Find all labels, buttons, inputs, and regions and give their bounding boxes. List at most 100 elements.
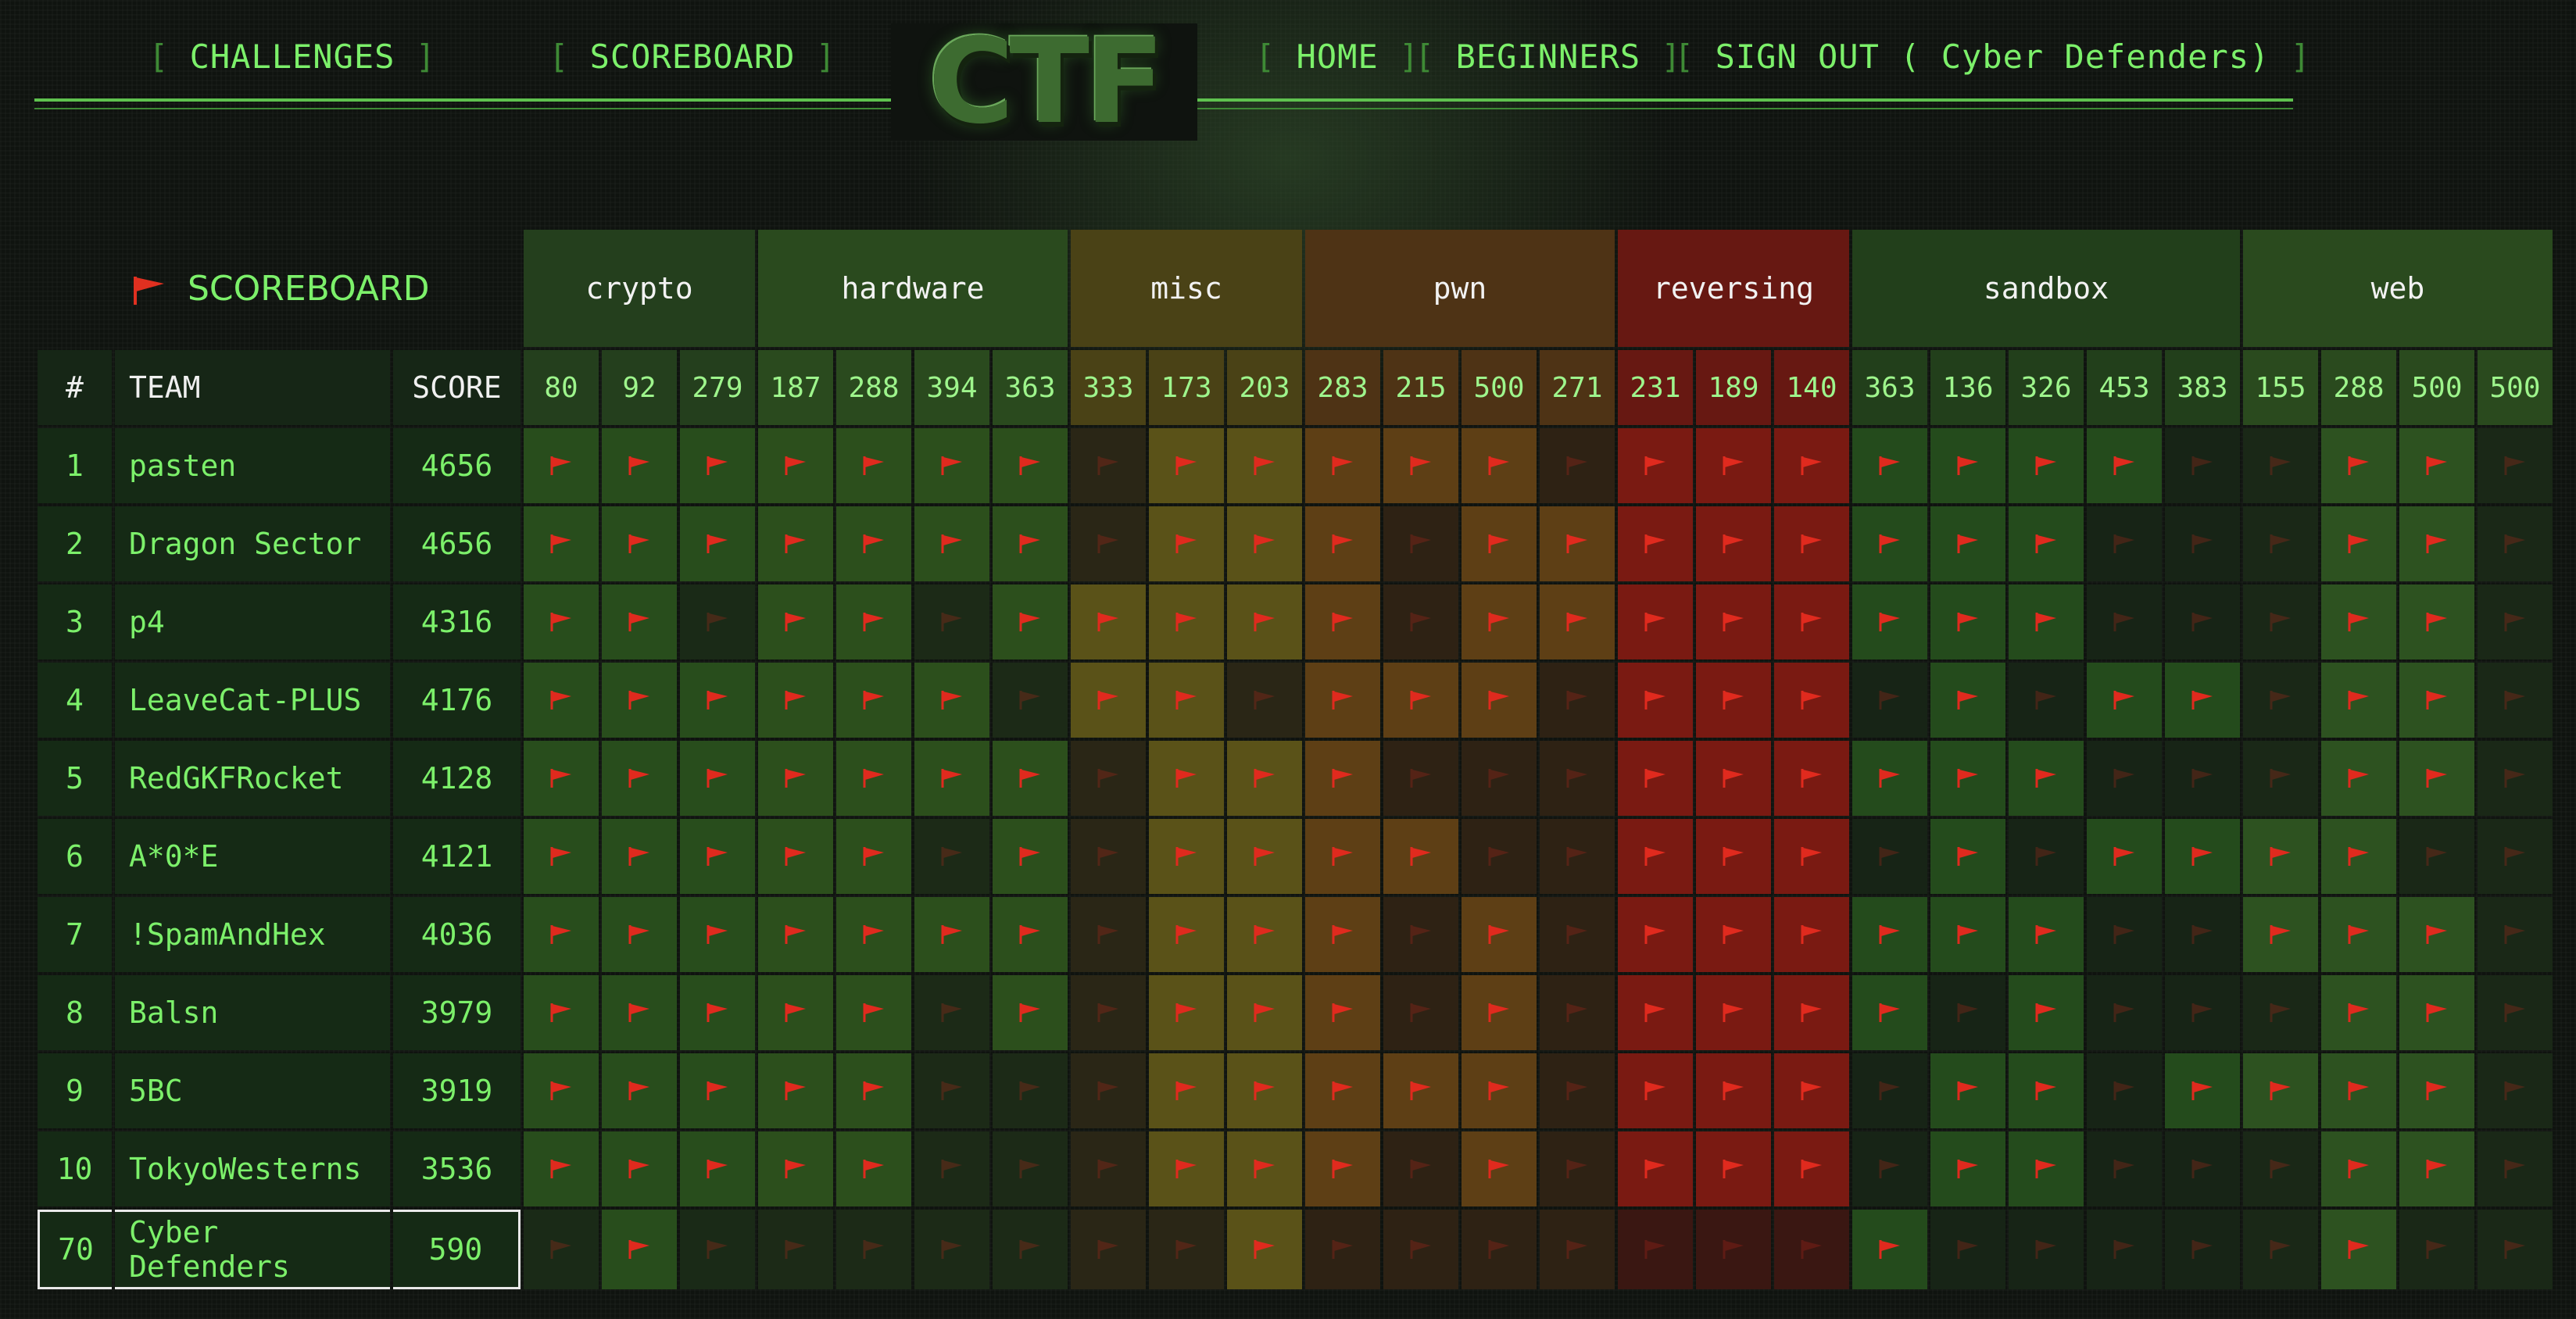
challenge-points[interactable]: 231 — [1618, 350, 1693, 425]
solved-cell — [524, 663, 599, 738]
team-name[interactable]: Cyber Defenders — [115, 1210, 390, 1289]
solved-cell — [1462, 428, 1537, 503]
challenge-points[interactable]: 279 — [680, 350, 755, 425]
flag-icon — [1410, 691, 1431, 710]
flag-icon — [1332, 456, 1353, 475]
solved-cell — [2009, 897, 2084, 972]
team-name[interactable]: RedGKFRocket — [115, 741, 390, 816]
solved-cell — [680, 975, 755, 1050]
category-misc: misc — [1071, 230, 1302, 347]
flag-icon — [2504, 1160, 2525, 1178]
team-rank: 9 — [38, 1053, 112, 1128]
team-name[interactable]: TokyoWesterns — [115, 1131, 390, 1206]
unsolved-cell — [2087, 897, 2162, 972]
challenge-points[interactable]: 383 — [2165, 350, 2240, 425]
solved-cell — [2009, 506, 2084, 581]
flag-icon — [2035, 769, 2056, 788]
flag-icon — [1957, 1160, 1978, 1178]
challenge-points[interactable]: 363 — [1852, 350, 1927, 425]
challenge-points[interactable]: 453 — [2087, 350, 2162, 425]
solved-cell — [602, 897, 677, 972]
solved-cell — [993, 975, 1068, 1050]
flag-icon — [550, 1081, 571, 1100]
team-header: TEAM — [115, 350, 390, 425]
flag-icon — [1801, 1081, 1822, 1100]
unsolved-cell — [1852, 663, 1927, 738]
team-rank: 7 — [38, 897, 112, 972]
challenge-points[interactable]: 500 — [2399, 350, 2474, 425]
solved-cell — [2243, 1053, 2318, 1128]
solved-cell — [1852, 975, 1927, 1050]
team-name[interactable]: p4 — [115, 584, 390, 660]
solved-cell — [602, 663, 677, 738]
solved-cell — [2009, 428, 2084, 503]
team-name[interactable]: A*0*E — [115, 819, 390, 894]
nav-signout-link[interactable]: [ SIGN OUT ( Cyber Defenders) ] — [1674, 38, 2311, 76]
flag-icon — [628, 691, 649, 710]
unsolved-cell — [1071, 741, 1146, 816]
team-score: 4036 — [393, 897, 521, 972]
team-name[interactable]: pasten — [115, 428, 390, 503]
challenge-points[interactable]: 189 — [1696, 350, 1771, 425]
team-name[interactable]: Balsn — [115, 975, 390, 1050]
flag-icon — [1254, 1160, 1275, 1178]
solved-cell — [758, 897, 833, 972]
solved-cell — [2165, 819, 2240, 894]
challenge-points[interactable]: 187 — [758, 350, 833, 425]
flag-icon — [2035, 1081, 2056, 1100]
unsolved-cell — [1540, 1131, 1615, 1206]
solved-cell — [524, 584, 599, 660]
solved-cell — [1618, 897, 1693, 972]
team-name[interactable]: 5BC — [115, 1053, 390, 1128]
challenge-points[interactable]: 283 — [1305, 350, 1380, 425]
challenge-points[interactable]: 288 — [2321, 350, 2396, 425]
unsolved-cell — [2165, 1210, 2240, 1289]
solved-cell — [2009, 975, 2084, 1050]
nav-challenges-link[interactable]: [ CHALLENGES ] — [148, 38, 436, 76]
flag-icon — [2504, 1003, 2525, 1022]
flag-icon — [1879, 691, 1900, 710]
team-name[interactable]: !SpamAndHex — [115, 897, 390, 972]
challenge-points[interactable]: 92 — [602, 350, 677, 425]
unsolved-cell — [1696, 1210, 1771, 1289]
solved-cell — [836, 506, 911, 581]
flag-icon — [785, 1160, 806, 1178]
solved-cell — [1618, 663, 1693, 738]
challenge-points[interactable]: 136 — [1930, 350, 2005, 425]
challenge-points[interactable]: 326 — [2009, 350, 2084, 425]
nav-scoreboard-link[interactable]: [ SCOREBOARD ] — [549, 38, 836, 76]
nav-home-link[interactable]: [ HOME ] — [1255, 38, 1419, 76]
solved-cell — [2321, 975, 2396, 1050]
challenge-points[interactable]: 271 — [1540, 350, 1615, 425]
flag-icon — [1410, 1003, 1431, 1022]
challenge-points[interactable]: 288 — [836, 350, 911, 425]
challenge-points[interactable]: 203 — [1227, 350, 1302, 425]
challenge-points[interactable]: 394 — [914, 350, 989, 425]
challenge-points[interactable]: 333 — [1071, 350, 1146, 425]
challenge-points[interactable]: 173 — [1149, 350, 1224, 425]
solved-cell — [836, 975, 911, 1050]
challenge-points[interactable]: 215 — [1383, 350, 1458, 425]
flag-icon — [2426, 847, 2447, 866]
flag-icon — [941, 769, 962, 788]
challenge-points[interactable]: 500 — [2478, 350, 2553, 425]
flag-icon — [1254, 534, 1275, 553]
challenge-points[interactable]: 140 — [1774, 350, 1849, 425]
challenge-points[interactable]: 80 — [524, 350, 599, 425]
flag-icon — [2348, 1160, 2369, 1178]
challenge-points[interactable]: 363 — [993, 350, 1068, 425]
team-name[interactable]: LeaveCat-PLUS — [115, 663, 390, 738]
flag-icon — [2113, 1003, 2134, 1022]
solved-cell — [1149, 506, 1224, 581]
category-web: web — [2243, 230, 2553, 347]
flag-icon — [2348, 1240, 2369, 1259]
flag-icon — [1957, 534, 1978, 553]
flag-icon — [941, 691, 962, 710]
solved-cell — [1618, 506, 1693, 581]
flag-icon — [1488, 769, 1509, 788]
nav-beginners-link[interactable]: [ BEGINNERS ] — [1415, 38, 1682, 76]
challenge-points[interactable]: 500 — [1462, 350, 1537, 425]
unsolved-cell — [2165, 741, 2240, 816]
challenge-points[interactable]: 155 — [2243, 350, 2318, 425]
team-name[interactable]: Dragon Sector — [115, 506, 390, 581]
